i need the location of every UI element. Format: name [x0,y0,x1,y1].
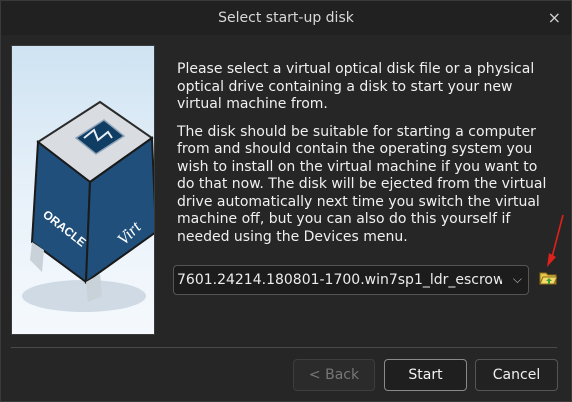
description-paragraph-1: Please select a virtual optical disk fil… [177,61,535,112]
select-startup-disk-dialog: Select start-up disk × ORACLE Virt Pleas… [0,0,572,402]
title-bar: Select start-up disk × [1,1,571,35]
back-button[interactable]: < Back [293,359,375,391]
disk-select-value: 7601.24214.180801-1700.win7sp1_ldr_escro… [177,272,502,288]
folder-open-icon[interactable] [539,270,558,286]
divider [11,347,557,348]
chevron-down-icon[interactable]: ⌵ [513,272,522,287]
description-paragraph-2: The disk should be suitable for starting… [177,123,547,245]
description-text: Please select a virtual optical disk fil… [177,61,553,256]
virtualbox-logo-image: ORACLE Virt [11,45,155,335]
start-button[interactable]: Start [384,359,467,391]
cancel-button[interactable]: Cancel [475,359,558,391]
disk-select-dropdown[interactable]: 7601.24214.180801-1700.win7sp1_ldr_escro… [173,265,529,295]
close-icon[interactable]: × [548,8,561,27]
virtualbox-cube-illustration: ORACLE Virt [22,100,154,312]
dialog-title: Select start-up disk [218,10,354,26]
